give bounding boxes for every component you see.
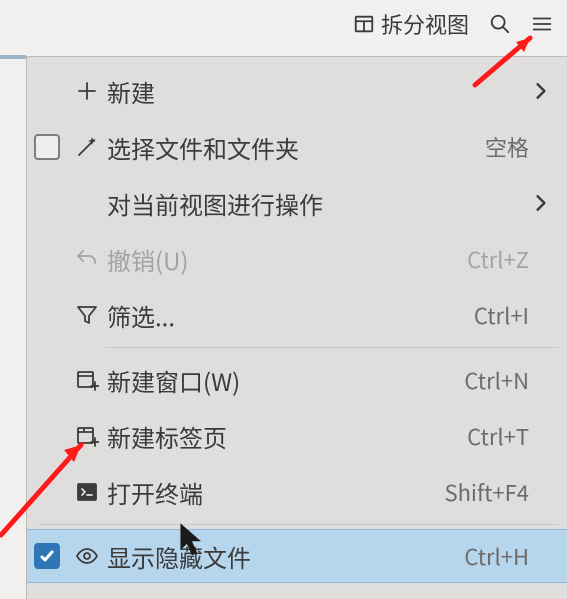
new-window-icon [67,368,107,392]
split-view-button[interactable]: 拆分视图 [347,4,475,44]
chevron-right-icon [529,82,553,100]
menu-item-new-tab[interactable]: 新建标签页 Ctrl+T [27,408,567,464]
menu-shortcut: 空格 [429,131,529,163]
menu-item-new-window[interactable]: 新建窗口(W) Ctrl+N [27,352,567,408]
decorative-underline [0,55,26,59]
menu-label: 显示隐藏文件 [107,539,429,574]
hamburger-menu-popup: 新建 选择文件和文件夹 空格 对当前视图进行操作 撤销(U) Ctrl+Z 筛选… [26,56,567,599]
menu-item-operate-view[interactable]: 对当前视图进行操作 [27,175,567,231]
menu-label: 筛选... [107,298,429,333]
menu-item-new[interactable]: 新建 [27,63,567,119]
menu-label: 对当前视图进行操作 [107,186,429,221]
menu-label: 新建 [107,74,429,109]
menu-shortcut: Ctrl+I [429,299,529,331]
menu-item-select[interactable]: 选择文件和文件夹 空格 [27,119,567,175]
chevron-right-icon [529,194,553,212]
menu-separator [39,524,559,525]
hamburger-icon [531,13,553,35]
search-button[interactable] [483,9,517,39]
menu-shortcut: Ctrl+N [429,364,529,396]
menu-item-sort[interactable]: 排序方式 [27,583,567,599]
menu-label: 打开终端 [107,475,429,510]
menu-item-filter[interactable]: 筛选... Ctrl+I [27,287,567,343]
menu-shortcut: Ctrl+T [429,420,529,452]
menu-label: 撤销(U) [107,242,429,277]
menu-item-undo: 撤销(U) Ctrl+Z [27,231,567,287]
split-view-label: 拆分视图 [381,8,469,40]
plus-icon [67,79,107,103]
menu-label: 新建标签页 [107,419,429,454]
toolbar: 拆分视图 [0,0,567,48]
undo-icon [67,247,107,271]
menu-item-open-terminal[interactable]: 打开终端 Shift+F4 [27,464,567,520]
menu-item-show-hidden[interactable]: 显示隐藏文件 Ctrl+H [27,529,567,583]
hamburger-menu-button[interactable] [525,9,559,39]
menu-label: 排序方式 [107,594,429,599]
funnel-icon [67,303,107,327]
checkbox-checked[interactable] [34,543,60,569]
menu-shortcut: Ctrl+Z [429,243,529,275]
eye-icon [67,544,107,568]
split-view-icon [353,13,375,35]
search-icon [489,13,511,35]
menu-label: 新建窗口(W) [107,363,429,398]
checkbox-unchecked[interactable] [34,134,60,160]
menu-label: 选择文件和文件夹 [107,130,429,165]
new-tab-icon [67,424,107,448]
menu-shortcut: Shift+F4 [429,476,529,508]
menu-separator [105,347,559,348]
menu-shortcut: Ctrl+H [429,540,529,572]
magic-wand-icon [67,135,107,159]
terminal-icon [67,480,107,504]
